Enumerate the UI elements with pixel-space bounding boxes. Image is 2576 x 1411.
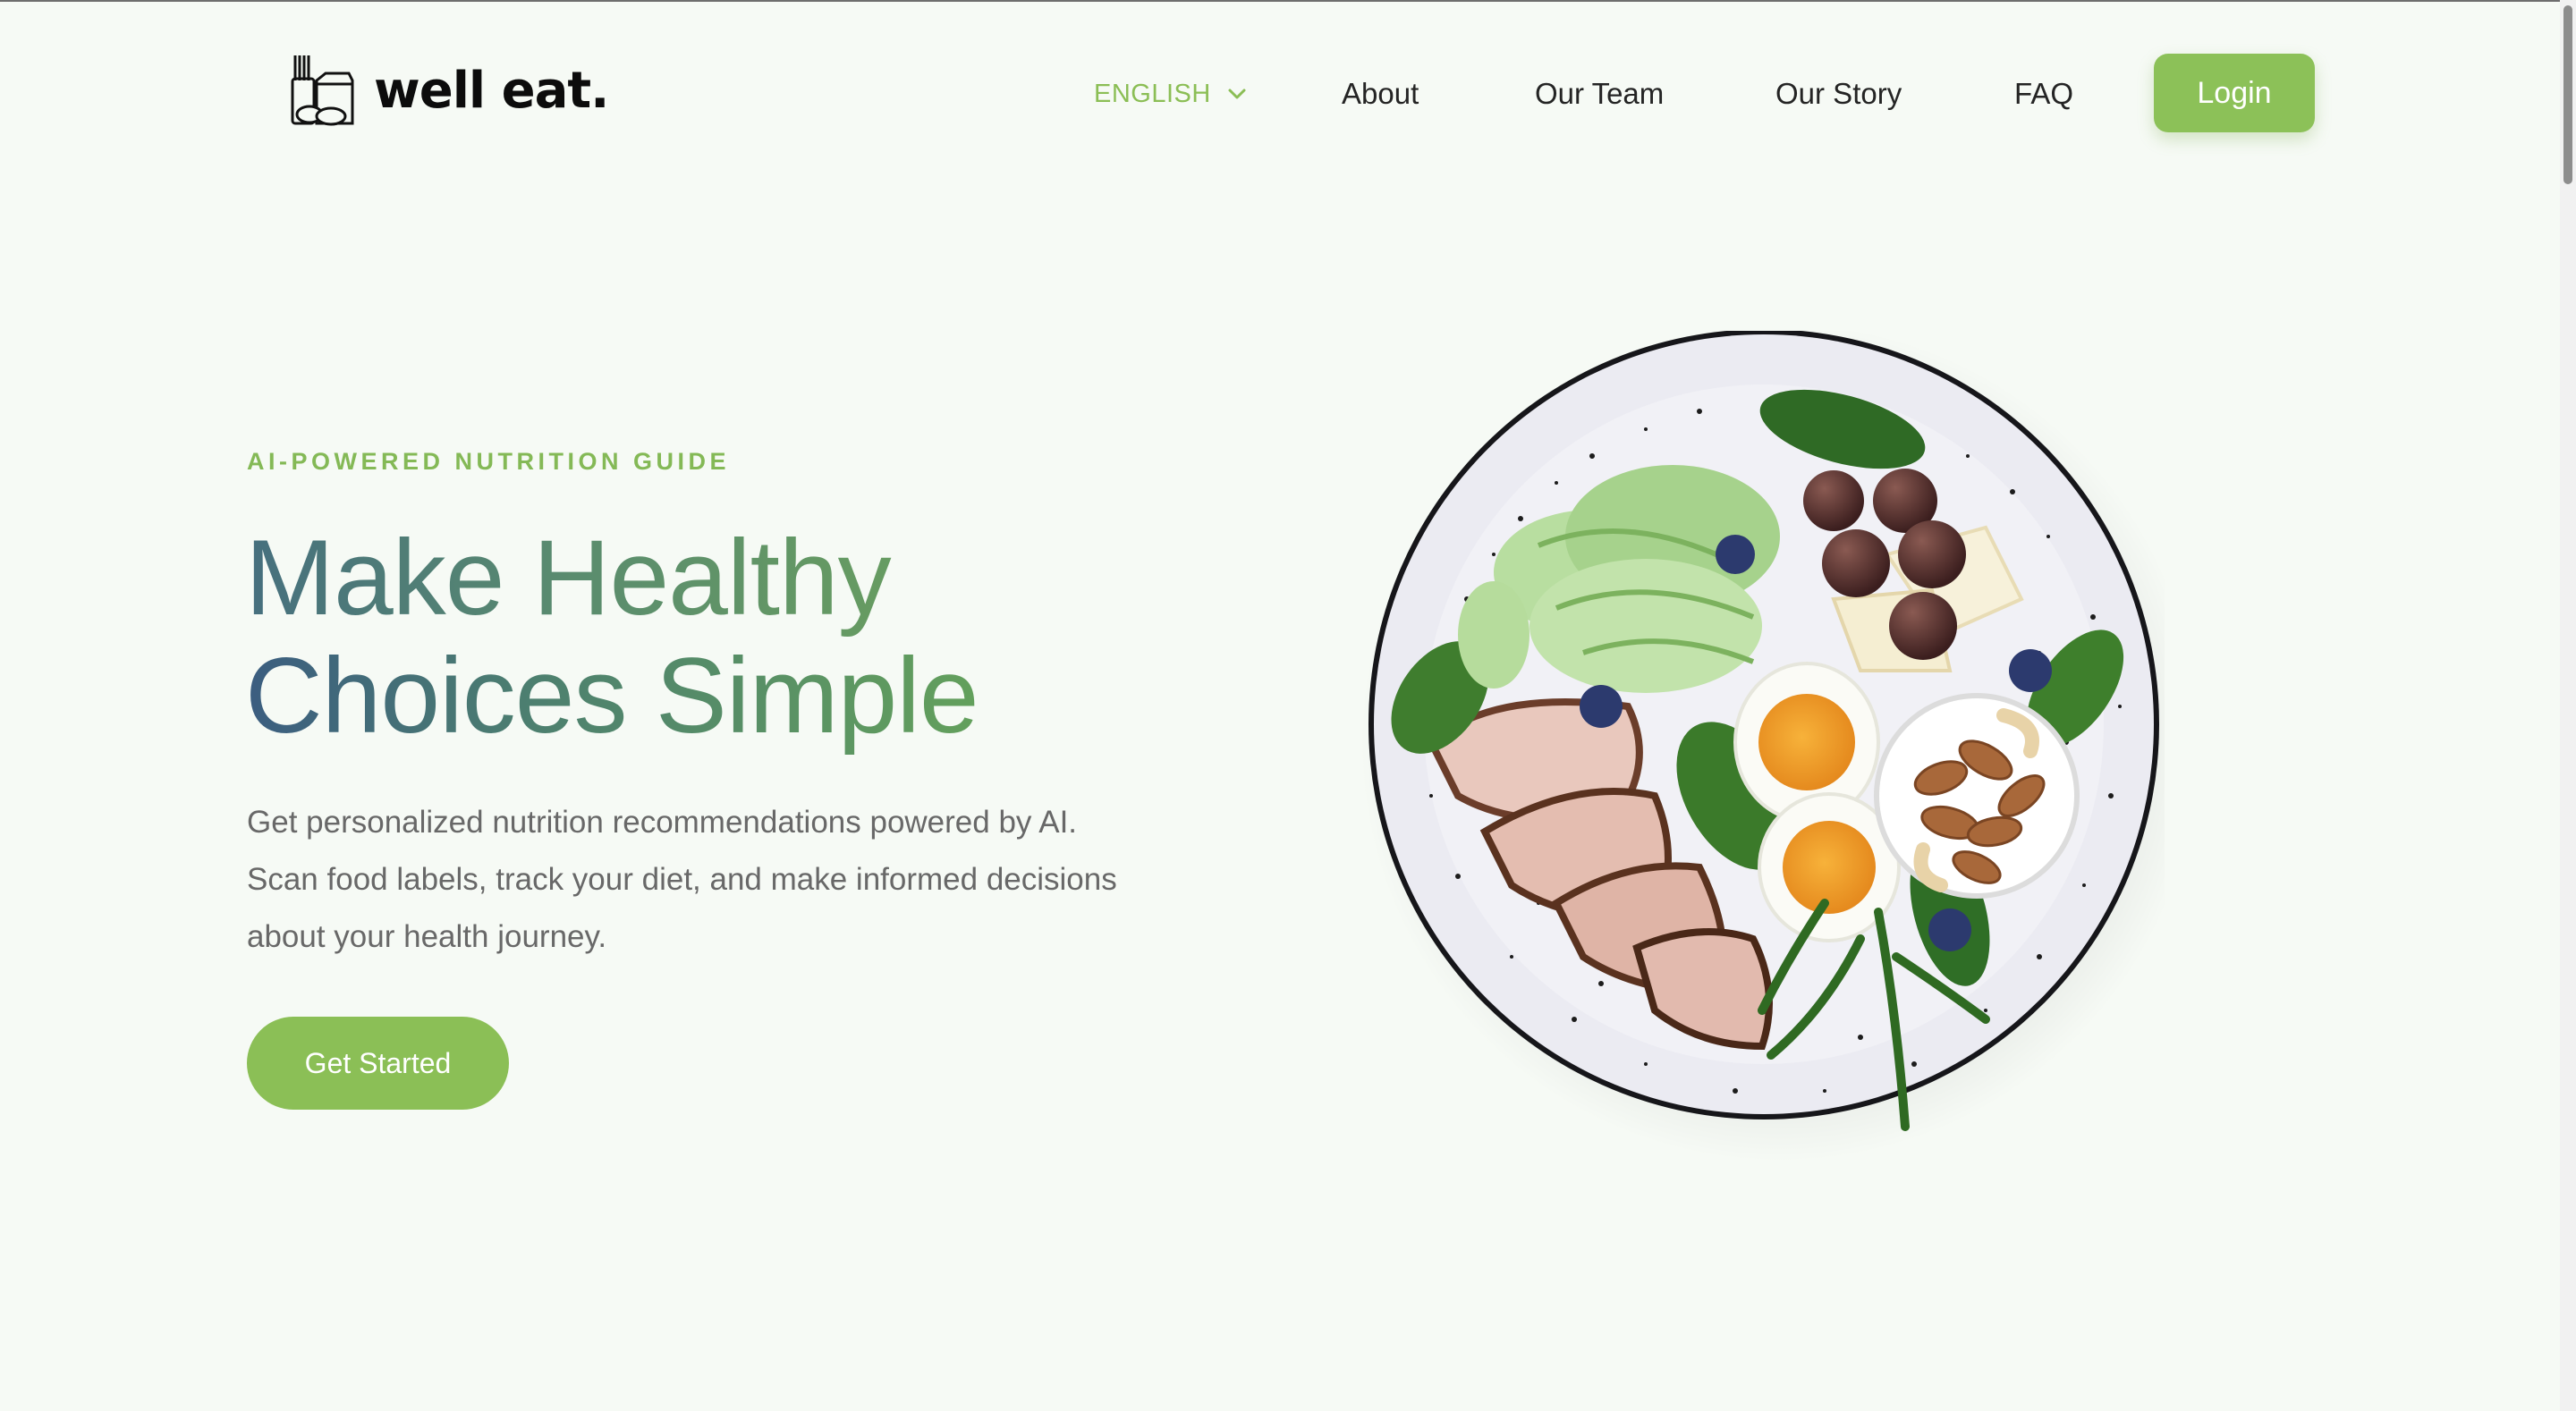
groceries-bag-icon — [291, 55, 354, 126]
scrollbar-thumb[interactable] — [2563, 5, 2572, 184]
headline-line-2: Choices Simple — [245, 636, 979, 756]
page-scrollbar[interactable] — [2560, 0, 2576, 1411]
hero-description: Get personalized nutrition recommendatio… — [247, 805, 1117, 954]
language-selector[interactable]: ENGLISH — [1094, 54, 1247, 134]
nav-link-our-story[interactable]: Our Story — [1775, 54, 1902, 134]
hero-food-plate-image — [1360, 331, 2165, 1189]
chevron-down-icon — [1228, 89, 1246, 99]
food-plate-illustration — [1360, 331, 2165, 1162]
login-button[interactable]: Login — [2154, 54, 2315, 132]
window-top-border — [0, 0, 2576, 2]
nav-link-about[interactable]: About — [1342, 54, 1419, 134]
brand-logo-link[interactable]: well eat. — [290, 54, 609, 127]
nav-link-our-team[interactable]: Our Team — [1535, 54, 1664, 134]
brand-name: well eat. — [374, 61, 609, 120]
hero-eyebrow: AI-POWERED NUTRITION GUIDE — [247, 448, 730, 475]
nut-bowl — [1874, 693, 2080, 899]
hero-headline: Make Healthy Choices Simple — [245, 519, 979, 755]
language-label: ENGLISH — [1094, 79, 1211, 108]
nav-link-faq[interactable]: FAQ — [2014, 54, 2073, 134]
headline-line-1: Make Healthy — [245, 519, 979, 637]
get-started-button[interactable]: Get Started — [247, 1017, 509, 1110]
